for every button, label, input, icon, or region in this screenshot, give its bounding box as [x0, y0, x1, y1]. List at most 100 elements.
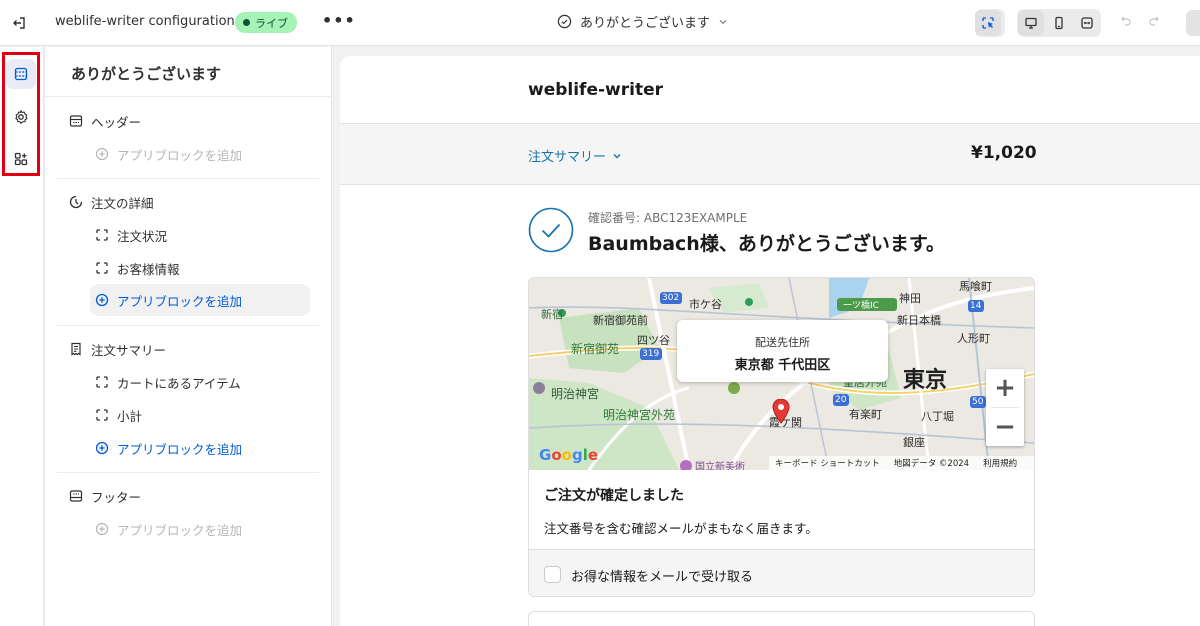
- order-confirmed-title: ご注文が確定しました: [544, 488, 684, 504]
- inspector-tool-group: [975, 9, 1005, 37]
- keyboard-shortcuts-link[interactable]: キーボード ショートカット: [775, 457, 880, 469]
- order-confirmed-card: 新宿 新宿御苑前 市ケ谷 新宿御苑 明治神宮 明治神宮外苑 東京 神田 新日本橋…: [528, 277, 1035, 597]
- map-data-label: 地図データ ©2024: [893, 459, 970, 469]
- block-order-status-label: 注文状況: [117, 228, 168, 244]
- block-cart-items-label: カートにあるアイテム: [117, 375, 241, 391]
- shipping-address-value: 東京都 千代田区: [734, 358, 831, 373]
- newsletter-optin: お得な情報をメールで受け取る: [529, 549, 1034, 596]
- block-order-status[interactable]: 注文状況: [95, 224, 167, 246]
- divider: [57, 178, 319, 179]
- shipping-map[interactable]: 新宿 新宿御苑前 市ケ谷 新宿御苑 明治神宮 明治神宮外苑 東京 神田 新日本橋…: [529, 278, 1034, 470]
- sections-sidebar: ありがとうございます ヘッダー アプリブロックを追加 注文の詳細 注文状況 お客…: [45, 47, 332, 626]
- map-place-label: 神田: [899, 292, 921, 305]
- rail-highlight-box: [2, 52, 40, 176]
- map-place-label: 国立新美術: [695, 462, 745, 470]
- add-app-block-order-details[interactable]: アプリブロックを追加: [90, 284, 310, 316]
- map-place-label: 新宿御苑: [571, 342, 620, 356]
- map-place-label: 新宿: [541, 308, 563, 321]
- live-badge-label: ライブ: [255, 16, 288, 30]
- desktop-view-icon[interactable]: [1018, 10, 1044, 36]
- add-app-block-footer[interactable]: アプリブロックを追加: [95, 518, 242, 540]
- plus-circle-icon: [95, 293, 109, 307]
- zoom-in-icon[interactable]: +: [986, 369, 1024, 407]
- section-order-summary[interactable]: 注文サマリー: [69, 338, 166, 360]
- block-subtotal-label: 小計: [117, 408, 143, 424]
- live-dot-icon: [243, 19, 250, 26]
- map-place-label: 四ツ谷: [637, 334, 670, 347]
- block-customer-info[interactable]: お客様情報: [95, 257, 180, 279]
- receipt-icon: [71, 342, 81, 356]
- add-app-block-label: アプリブロックを追加: [117, 441, 243, 457]
- exit-icon[interactable]: [8, 12, 30, 34]
- section-header[interactable]: ヘッダー: [69, 110, 141, 132]
- terms-link[interactable]: 利用規約: [983, 457, 1017, 469]
- map-route-number: 14: [970, 301, 982, 311]
- inspector-select-icon[interactable]: [975, 10, 1001, 36]
- chevron-down-icon: [719, 19, 727, 24]
- add-app-block-label: アプリブロックを追加: [117, 522, 243, 538]
- newsletter-checkbox[interactable]: [544, 566, 561, 583]
- page-selector-label: ありがとうございます: [580, 16, 711, 31]
- map-route-number: 20: [835, 395, 847, 405]
- save-button[interactable]: [1186, 10, 1200, 36]
- confirmation-number: 確認番号: ABC123EXAMPLE: [588, 211, 748, 225]
- order-summary-bar: 注文サマリー ¥1,020: [340, 124, 1200, 185]
- plus-circle-icon: [95, 441, 109, 455]
- map-place-label: 八丁堀: [921, 410, 954, 423]
- chevron-down-icon: [613, 153, 621, 158]
- section-order-summary-label: 注文サマリー: [91, 342, 167, 358]
- fullscreen-view-icon[interactable]: [1074, 10, 1100, 36]
- zoom-out-icon[interactable]: −: [986, 408, 1024, 446]
- section-footer[interactable]: フッター: [69, 485, 141, 507]
- map-place-label: 東京: [903, 368, 948, 393]
- redo-icon[interactable]: [1148, 14, 1160, 26]
- google-logo: Google: [539, 446, 599, 464]
- map-route-number: 50: [972, 397, 984, 407]
- preview-header: weblife-writer: [340, 56, 1200, 124]
- block-cart-items[interactable]: カートにあるアイテム: [95, 371, 241, 393]
- map-zoom-control: + −: [986, 369, 1024, 446]
- order-summary-toggle[interactable]: 注文サマリー: [528, 146, 622, 165]
- sidebar-title: ありがとうございます: [71, 65, 222, 83]
- undo-icon[interactable]: [1120, 14, 1132, 26]
- block-customer-info-label: お客様情報: [117, 261, 180, 277]
- more-actions-button[interactable]: •••: [322, 12, 356, 30]
- section-order-details-label: 注文の詳細: [91, 195, 154, 211]
- page-selector[interactable]: ありがとうございます: [557, 12, 728, 31]
- order-total: ¥1,020: [971, 143, 1037, 163]
- shipping-address-popup: 配送先住所 東京都 千代田区: [677, 320, 888, 382]
- undo-redo-group: [1120, 14, 1160, 26]
- section-header-label: ヘッダー: [91, 114, 142, 130]
- add-app-block-order-summary[interactable]: アプリブロックを追加: [95, 437, 242, 459]
- map-place-label: 銀座: [903, 436, 925, 449]
- check-circle-icon: [557, 14, 572, 29]
- section-order-details[interactable]: 注文の詳細: [69, 191, 154, 213]
- block-subtotal[interactable]: 小計: [95, 404, 142, 426]
- viewport-tool-group: [1017, 9, 1101, 37]
- left-rail: [0, 47, 44, 626]
- plus-circle-icon: [95, 522, 109, 536]
- section-footer-label: フッター: [91, 489, 142, 505]
- block-icon: [96, 262, 108, 274]
- order-details-icon: [69, 195, 83, 209]
- block-icon: [96, 409, 108, 421]
- map-place-label: 新宿御苑前: [593, 314, 648, 327]
- map-place-label: 明治神宮: [551, 387, 600, 401]
- live-status-badge: ライブ: [235, 12, 297, 33]
- order-summary-toggle-label: 注文サマリー: [528, 150, 607, 165]
- map-route-number: 319: [642, 349, 660, 359]
- divider: [57, 472, 319, 473]
- map-place-label: 明治神宮外苑: [603, 408, 676, 422]
- app-title: weblife-writer configuration: [55, 14, 235, 29]
- map-pin-icon[interactable]: [772, 399, 790, 425]
- header-icon: [69, 115, 83, 127]
- map-place-label: 人形町: [957, 332, 990, 345]
- map-place-label: 有楽町: [849, 408, 882, 421]
- add-app-block-label: アプリブロックを追加: [117, 293, 243, 309]
- map-place-label: 一ツ橋IC: [843, 301, 879, 311]
- check-circle-icon: [528, 207, 574, 253]
- mobile-view-icon[interactable]: [1046, 10, 1072, 36]
- block-icon: [96, 229, 108, 241]
- add-app-block-header[interactable]: アプリブロックを追加: [95, 143, 242, 165]
- divider: [45, 96, 332, 97]
